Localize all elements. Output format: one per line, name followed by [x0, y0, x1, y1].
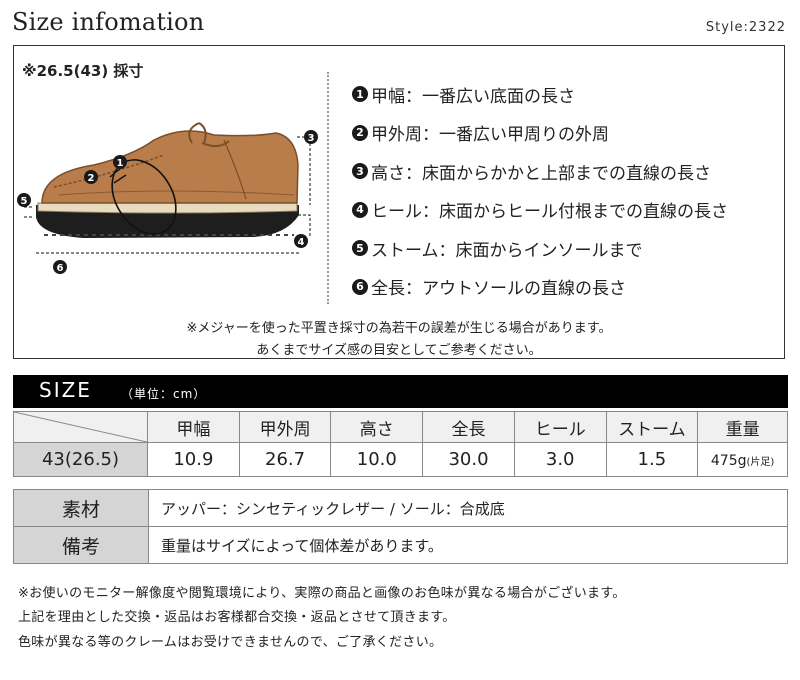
cell-length: 30.0: [422, 442, 515, 477]
legend-text: ヒール：床面からヒール付根までの直線の長さ: [371, 202, 728, 223]
footer-note-2: 上記を理由とした交換・返品はお客様都合交換・返品とさせて頂きます。: [18, 610, 456, 625]
svg-text:1: 1: [117, 158, 124, 169]
row-size: 43(26.5): [13, 442, 148, 477]
table-row: 43(26.5) 10.9 26.7 10.0 30.0 3.0 1.5 475…: [13, 442, 788, 477]
shoe-illustration: 1 2 3 4 5 6: [17, 122, 318, 274]
col-header-heel: ヒール: [513, 411, 607, 443]
page-title: Size infomation: [12, 8, 205, 36]
legend-item: 2 甲外周：一番広い甲周りの外周: [352, 114, 728, 153]
measure-note-2: あくまでサイズ感の目安としてご参考ください。: [256, 343, 542, 358]
svg-text:2: 2: [88, 173, 95, 184]
cell-width: 10.9: [147, 442, 240, 477]
number-badge: 4: [352, 201, 368, 218]
measurement-legend: 1 甲幅：一番広い底面の長さ 2 甲外周：一番広い甲周りの外周 3 高さ：床面からかか…: [352, 75, 728, 306]
footer-note-3: 色味が異なる等のクレームはお受けできませんので、ご了承ください。: [18, 635, 443, 650]
number-badge: 5: [352, 240, 368, 257]
cell-weight: 475g(片足): [697, 442, 788, 477]
material-label: 素材: [13, 489, 149, 527]
number-badge: 1: [352, 86, 368, 103]
svg-text:3: 3: [308, 133, 315, 144]
col-header-height: 高さ: [330, 411, 424, 443]
badge-6: 6: [53, 260, 67, 274]
sample-size-label: ※26.5(43) 採寸: [22, 62, 144, 80]
shoe-upper: [41, 130, 299, 204]
badge-5: 5: [17, 193, 31, 207]
legend-item: 4 ヒール：床面からヒール付根までの直線の長さ: [352, 191, 728, 230]
number-badge: 2: [352, 124, 368, 141]
badge-2: 2: [84, 170, 98, 184]
legend-item: 3 高さ：床面からかかと上部までの直線の長さ: [352, 152, 728, 191]
legend-text: 甲外周：一番広い甲周りの外周: [371, 125, 609, 146]
legend-text: ストーム：床面からインソールまで: [371, 240, 643, 261]
number-badge: 3: [352, 163, 368, 180]
legend-item: 5 ストーム：床面からインソールまで: [352, 229, 728, 268]
cell-girth: 26.7: [238, 442, 332, 477]
col-header-storm: ストーム: [605, 411, 699, 443]
footer-note-1: ※お使いのモニター解像度や閲覧環境により、実際の商品と画像のお色味が異なる場合が…: [18, 586, 626, 601]
weight-note: (片足): [746, 457, 775, 468]
remarks-row: 備考 重量はサイズによって個体差があります。: [13, 526, 788, 564]
legend-text: 全長：アウトソールの直線の長さ: [371, 279, 626, 300]
legend-item: 1 甲幅：一番広い底面の長さ: [352, 75, 728, 114]
col-header-girth: 甲外周: [238, 411, 332, 443]
cell-height: 10.0: [330, 442, 424, 477]
size-unit: （単位：cm）: [121, 387, 207, 401]
legend-item: 6 全長：アウトソールの直線の長さ: [352, 268, 728, 307]
col-header-width: 甲幅: [147, 411, 240, 443]
svg-text:4: 4: [298, 237, 305, 248]
material-row: 素材 アッパー：シンセティックレザー / ソール：合成底: [13, 489, 788, 527]
size-title: SIZE: [39, 378, 92, 402]
table-header-row: 甲幅 甲外周 高さ 全長 ヒール ストーム 重量: [13, 411, 788, 443]
style-code: Style:2322: [705, 20, 786, 35]
svg-text:5: 5: [21, 196, 28, 207]
table-corner: [13, 411, 148, 443]
measure-note-1: ※メジャーを使った平置き採寸の為若干の誤差が生じる場合があります。: [186, 321, 612, 336]
badge-1: 1: [113, 155, 127, 169]
size-table: 甲幅 甲外周 高さ 全長 ヒール ストーム 重量 43(26.5) 10.9 2…: [13, 411, 788, 477]
divider: [327, 72, 329, 304]
info-table: 素材 アッパー：シンセティックレザー / ソール：合成底 備考 重量はサイズによ…: [13, 489, 788, 564]
legend-text: 甲幅：一番広い底面の長さ: [371, 86, 575, 107]
legend-text: 高さ：床面からかかと上部までの直線の長さ: [371, 163, 711, 184]
remarks-label: 備考: [13, 526, 149, 564]
badge-3: 3: [304, 130, 318, 144]
size-section-header: SIZE （単位：cm）: [13, 375, 788, 408]
shoe-welt: [37, 202, 298, 214]
col-header-weight: 重量: [697, 411, 788, 443]
badge-4: 4: [294, 234, 308, 248]
remarks-value: 重量はサイズによって個体差があります。: [148, 526, 788, 564]
material-value: アッパー：シンセティックレザー / ソール：合成底: [148, 489, 788, 527]
number-badge: 6: [352, 278, 368, 295]
cell-heel: 3.0: [513, 442, 607, 477]
col-header-length: 全長: [422, 411, 515, 443]
weight-value: 475g: [710, 453, 747, 469]
cell-storm: 1.5: [605, 442, 699, 477]
svg-text:6: 6: [57, 263, 64, 274]
